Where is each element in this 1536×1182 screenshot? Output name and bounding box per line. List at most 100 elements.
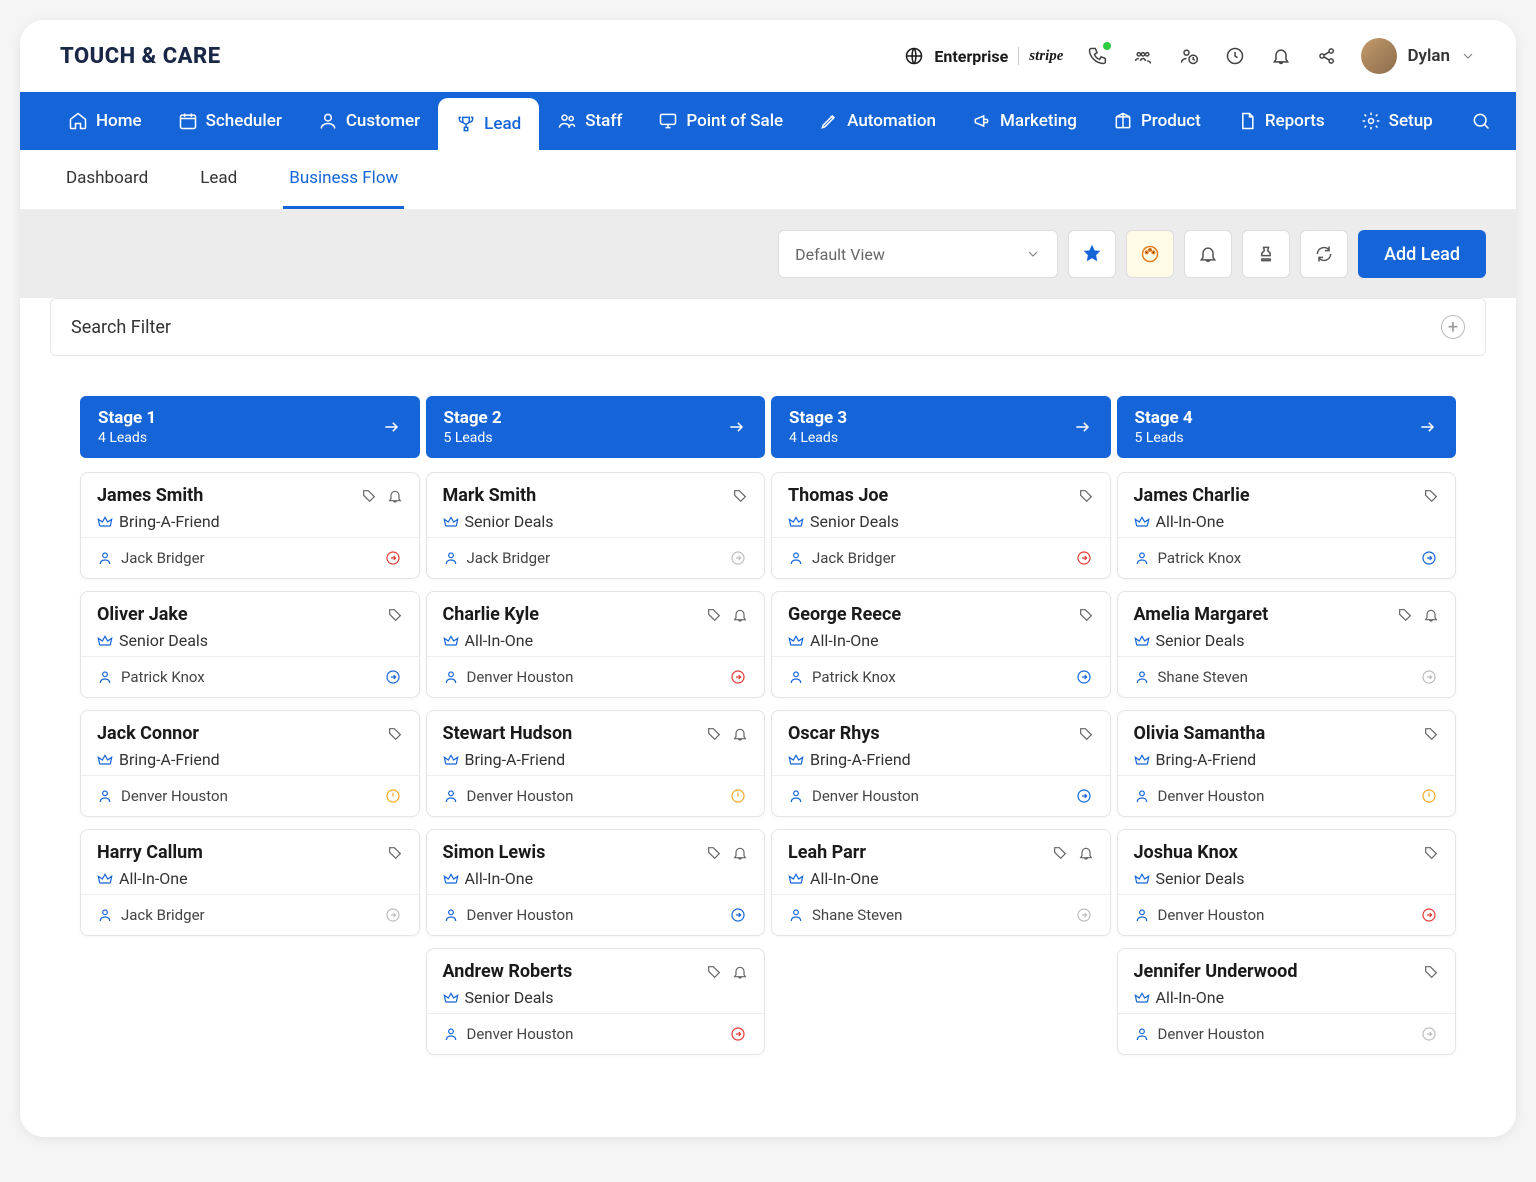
tag-icon[interactable] — [1423, 488, 1439, 504]
status-indicator[interactable] — [728, 786, 748, 806]
bell-icon[interactable] — [732, 726, 748, 742]
tag-icon[interactable] — [361, 488, 377, 504]
refresh-button[interactable] — [1300, 230, 1348, 278]
user-menu[interactable]: Dylan — [1361, 38, 1476, 74]
status-indicator[interactable] — [1419, 786, 1439, 806]
status-indicator[interactable] — [1419, 667, 1439, 687]
lead-card[interactable]: Leah Parr All-In-One Shane Steven — [771, 829, 1111, 936]
tag-icon[interactable] — [706, 607, 722, 623]
phone-button[interactable] — [1085, 44, 1109, 68]
lead-card[interactable]: Thomas Joe Senior Deals Jack Bridger — [771, 472, 1111, 579]
crown-icon — [1134, 633, 1150, 649]
lead-card[interactable]: Mark Smith Senior Deals Jack Bridger — [426, 472, 766, 579]
nav-item-customer[interactable]: Customer — [300, 92, 438, 150]
tag-icon[interactable] — [1423, 845, 1439, 861]
tag-icon[interactable] — [1078, 607, 1094, 623]
lead-card[interactable]: Oscar Rhys Bring-A-Friend Denver Houston — [771, 710, 1111, 817]
nav-item-setup[interactable]: Setup — [1343, 92, 1451, 150]
bell-icon[interactable] — [1423, 607, 1439, 623]
tag-icon[interactable] — [706, 726, 722, 742]
team-button[interactable] — [1131, 44, 1155, 68]
status-indicator[interactable] — [1419, 905, 1439, 925]
lead-card[interactable]: Andrew Roberts Senior Deals Denver Houst… — [426, 948, 766, 1055]
status-indicator[interactable] — [1074, 786, 1094, 806]
status-indicator[interactable] — [728, 1024, 748, 1044]
subnav-lead[interactable]: Lead — [194, 150, 243, 209]
palette-button[interactable] — [1126, 230, 1174, 278]
clock-button[interactable] — [1223, 44, 1247, 68]
lead-card[interactable]: Charlie Kyle All-In-One Denver Houston — [426, 591, 766, 698]
status-indicator[interactable] — [1419, 1024, 1439, 1044]
subnav-business-flow[interactable]: Business Flow — [283, 150, 404, 209]
bell-icon[interactable] — [732, 964, 748, 980]
tag-icon[interactable] — [387, 607, 403, 623]
lead-card[interactable]: Amelia Margaret Senior Deals Shane Steve… — [1117, 591, 1457, 698]
nav-item-staff[interactable]: Staff — [539, 92, 640, 150]
status-indicator[interactable] — [1074, 548, 1094, 568]
tag-icon[interactable] — [1423, 726, 1439, 742]
nav-item-product[interactable]: Product — [1095, 92, 1219, 150]
stage-header[interactable]: Stage 25 Leads — [426, 396, 766, 458]
status-indicator[interactable] — [728, 905, 748, 925]
tag-icon[interactable] — [1078, 488, 1094, 504]
status-indicator[interactable] — [1074, 667, 1094, 687]
lead-card[interactable]: Joshua Knox Senior Deals Denver Houston — [1117, 829, 1457, 936]
stage-header[interactable]: Stage 14 Leads — [80, 396, 420, 458]
nav-item-scheduler[interactable]: Scheduler — [160, 92, 300, 150]
status-indicator[interactable] — [383, 786, 403, 806]
bell-icon[interactable] — [732, 607, 748, 623]
notifications-button[interactable] — [1269, 44, 1293, 68]
add-filter-button[interactable]: + — [1441, 315, 1465, 339]
status-indicator[interactable] — [383, 548, 403, 568]
bell-icon[interactable] — [732, 845, 748, 861]
status-indicator[interactable] — [1419, 548, 1439, 568]
tag-icon[interactable] — [1052, 845, 1068, 861]
lead-card[interactable]: Oliver Jake Senior Deals Patrick Knox — [80, 591, 420, 698]
view-selector[interactable]: Default View — [778, 230, 1058, 278]
tag-icon[interactable] — [706, 845, 722, 861]
add-lead-button[interactable]: Add Lead — [1358, 230, 1486, 278]
nav-item-marketing[interactable]: Marketing — [954, 92, 1095, 150]
bell-icon[interactable] — [387, 488, 403, 504]
favorite-button[interactable] — [1068, 230, 1116, 278]
status-indicator[interactable] — [383, 667, 403, 687]
stage-header[interactable]: Stage 45 Leads — [1117, 396, 1457, 458]
user-clock-icon — [1179, 46, 1199, 66]
alerts-button[interactable] — [1184, 230, 1232, 278]
share-button[interactable] — [1315, 44, 1339, 68]
lead-card[interactable]: Olivia Samantha Bring-A-Friend Denver Ho… — [1117, 710, 1457, 817]
tag-icon[interactable] — [387, 845, 403, 861]
lead-card[interactable]: Jack Connor Bring-A-Friend Denver Housto… — [80, 710, 420, 817]
nav-search-button[interactable] — [1451, 92, 1511, 150]
tag-icon[interactable] — [732, 488, 748, 504]
user-clock-button[interactable] — [1177, 44, 1201, 68]
lead-card[interactable]: Jennifer Underwood All-In-One Denver Hou… — [1117, 948, 1457, 1055]
nav-item-reports[interactable]: Reports — [1219, 92, 1343, 150]
subnav-dashboard[interactable]: Dashboard — [60, 150, 154, 209]
tag-icon[interactable] — [1397, 607, 1413, 623]
lead-card[interactable]: James Charlie All-In-One Patrick Knox — [1117, 472, 1457, 579]
nav-item-automation[interactable]: Automation — [801, 92, 954, 150]
nav-item-home[interactable]: Home — [50, 92, 160, 150]
lead-card[interactable]: Harry Callum All-In-One Jack Bridger — [80, 829, 420, 936]
lead-card[interactable]: George Reece All-In-One Patrick Knox — [771, 591, 1111, 698]
status-icon — [1421, 550, 1437, 566]
status-indicator[interactable] — [1074, 905, 1094, 925]
search-filter-bar[interactable]: Search Filter + — [50, 298, 1486, 356]
lead-card[interactable]: James Smith Bring-A-Friend Jack Bridger — [80, 472, 420, 579]
nav-item-point-of-sale[interactable]: Point of Sale — [640, 92, 801, 150]
tag-icon[interactable] — [706, 964, 722, 980]
strategy-button[interactable] — [1242, 230, 1290, 278]
lead-card[interactable]: Stewart Hudson Bring-A-Friend Denver Hou… — [426, 710, 766, 817]
status-indicator[interactable] — [728, 667, 748, 687]
status-indicator[interactable] — [728, 548, 748, 568]
status-indicator[interactable] — [383, 905, 403, 925]
stage-header[interactable]: Stage 34 Leads — [771, 396, 1111, 458]
tag-icon[interactable] — [1078, 726, 1094, 742]
tag-icon[interactable] — [1423, 964, 1439, 980]
tag-icon[interactable] — [387, 726, 403, 742]
lead-card[interactable]: Simon Lewis All-In-One Denver Houston — [426, 829, 766, 936]
tenant-selector[interactable]: Enterprise stripe — [904, 46, 1063, 66]
nav-item-lead[interactable]: Lead — [438, 98, 539, 150]
bell-icon[interactable] — [1078, 845, 1094, 861]
